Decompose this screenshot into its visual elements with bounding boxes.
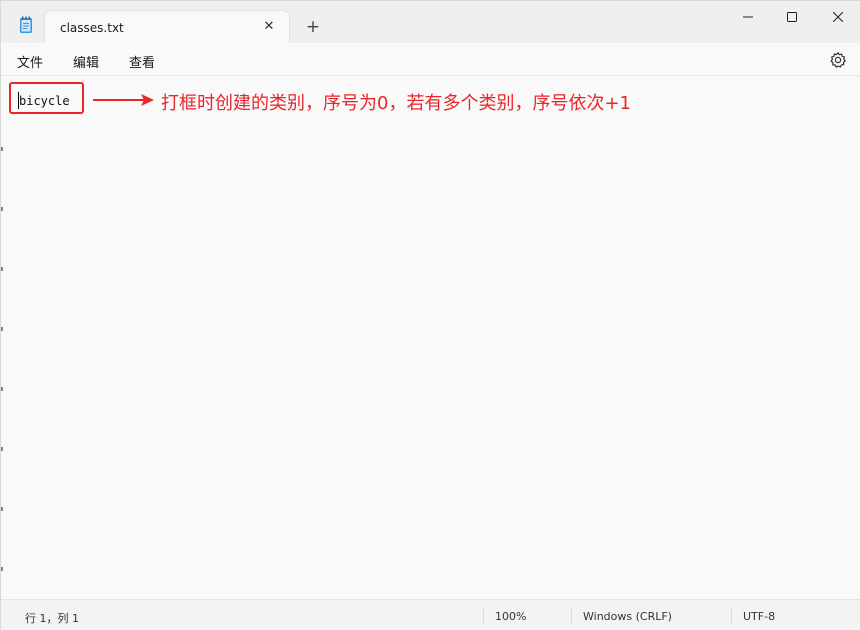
- maximize-button[interactable]: [769, 1, 815, 33]
- status-separator: [483, 608, 484, 624]
- status-separator: [571, 608, 572, 624]
- notepad-icon: [20, 16, 32, 33]
- line-ending[interactable]: Windows (CRLF): [583, 610, 672, 623]
- new-tab-button[interactable]: +: [303, 17, 323, 37]
- status-bar: 行 1，列 1 100% Windows (CRLF) UTF-8: [1, 599, 860, 630]
- text-editor-area[interactable]: bicycle 打框时创建的类别，序号为0，若有多个类别，序号依次+1: [1, 77, 860, 599]
- annotation-text: 打框时创建的类别，序号为0，若有多个类别，序号依次+1: [161, 93, 631, 114]
- menu-bar: 文件 编辑 查看: [1, 43, 860, 76]
- close-icon: [833, 12, 843, 22]
- menu-view[interactable]: 查看: [129, 52, 155, 71]
- notepad-window: classes.txt ✕ + 文件 编辑 查看 bicycle 打框时创建的类…: [0, 0, 860, 630]
- tab-close-icon[interactable]: ✕: [261, 19, 277, 35]
- tab-title: classes.txt: [60, 21, 124, 35]
- zoom-level[interactable]: 100%: [495, 610, 526, 623]
- status-separator: [731, 608, 732, 624]
- minimize-button[interactable]: [725, 1, 771, 33]
- encoding[interactable]: UTF-8: [743, 610, 775, 623]
- title-bar: classes.txt ✕ +: [1, 1, 860, 43]
- minimize-icon: [743, 16, 753, 18]
- tab-classes-txt[interactable]: classes.txt ✕: [44, 10, 290, 43]
- gear-icon[interactable]: [829, 51, 847, 69]
- close-window-button[interactable]: [815, 1, 860, 33]
- maximize-icon: [787, 12, 797, 22]
- text-caret: [18, 92, 19, 109]
- annotation-arrow-icon: [93, 94, 154, 106]
- left-edge-marks: [1, 147, 3, 571]
- menu-file[interactable]: 文件: [17, 52, 43, 71]
- cursor-position: 行 1，列 1: [25, 612, 79, 625]
- menu-edit[interactable]: 编辑: [73, 52, 99, 71]
- editor-content: bicycle: [19, 94, 70, 108]
